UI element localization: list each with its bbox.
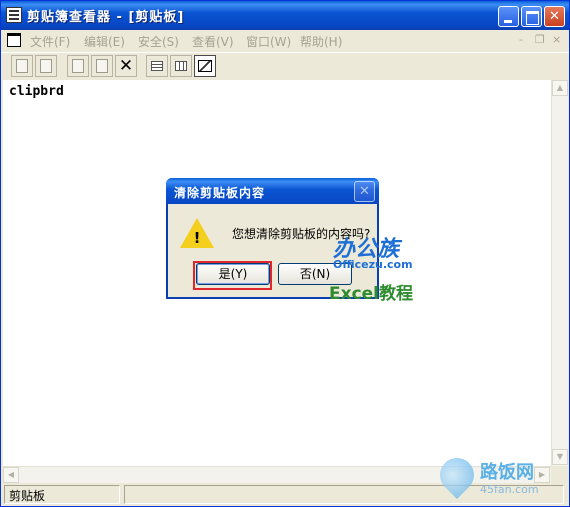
scroll-corner	[551, 466, 568, 483]
content-view-button[interactable]	[194, 55, 216, 77]
watermark-site-url: 45fan.com	[480, 483, 539, 496]
dialog-title-bar[interactable]: 清除剪贴板内容 ✕	[166, 178, 379, 204]
thumbnail-view-icon	[175, 61, 187, 71]
menu-help[interactable]: 帮助(H)	[300, 33, 342, 50]
unshare-button[interactable]	[91, 55, 113, 77]
save-icon	[40, 59, 52, 73]
scroll-right-button[interactable]: ▶	[534, 467, 550, 483]
document-icon[interactable]	[7, 33, 21, 47]
unshare-icon	[96, 59, 108, 73]
watermark-brand-url: Officezu.com	[333, 258, 413, 271]
delete-icon: ✕	[118, 56, 134, 76]
clipboard-text: clipbrd	[9, 84, 64, 99]
mdi-restore-button[interactable]: ❐	[535, 33, 545, 46]
clipboard-app-icon[interactable]	[6, 7, 22, 23]
vertical-scrollbar[interactable]: ▲ ▼	[551, 80, 568, 466]
save-button[interactable]	[35, 55, 57, 77]
menu-view[interactable]: 查看(V)	[192, 33, 234, 50]
dialog-title: 清除剪贴板内容	[174, 186, 266, 200]
share-button[interactable]	[67, 55, 89, 77]
share-icon	[72, 59, 84, 73]
status-pane-main: 剪贴板	[4, 485, 120, 504]
mdi-minimize-button[interactable]: -	[519, 33, 523, 46]
menu-bar: 文件(F) 编辑(E) 安全(S) 查看(V) 窗口(W) 帮助(H) - ❐ …	[1, 30, 569, 51]
watermark-site-name: 路饭网	[480, 462, 534, 483]
list-view-icon	[151, 61, 163, 71]
menu-edit[interactable]: 编辑(E)	[84, 33, 125, 50]
dialog-close-button[interactable]: ✕	[354, 181, 375, 202]
title-bar[interactable]: 剪贴簿查看器 - [剪贴板] ✕	[1, 1, 569, 30]
window-title: 剪贴簿查看器 - [剪贴板]	[27, 10, 185, 25]
delete-button[interactable]: ✕	[115, 55, 137, 77]
mdi-close-button[interactable]: ×	[552, 33, 561, 46]
menu-window[interactable]: 窗口(W)	[246, 33, 291, 50]
open-icon	[16, 59, 28, 73]
content-view-icon	[198, 60, 212, 72]
close-button[interactable]: ✕	[544, 6, 565, 27]
warning-icon-mark: !	[193, 229, 201, 247]
watermark-excel-text: Excel教程	[329, 284, 414, 304]
scroll-left-button[interactable]: ◀	[3, 467, 19, 483]
menu-file[interactable]: 文件(F)	[30, 33, 70, 50]
scroll-up-button[interactable]: ▲	[552, 80, 568, 96]
yes-button-highlight	[193, 261, 272, 290]
maximize-button[interactable]	[521, 6, 542, 27]
open-button[interactable]	[11, 55, 33, 77]
menu-security[interactable]: 安全(S)	[138, 33, 179, 50]
scroll-down-button[interactable]: ▼	[552, 449, 568, 465]
thumbnail-view-button[interactable]	[170, 55, 192, 77]
minimize-button[interactable]	[498, 6, 519, 27]
toolbar: ✕	[1, 52, 569, 79]
list-view-button[interactable]	[146, 55, 168, 77]
